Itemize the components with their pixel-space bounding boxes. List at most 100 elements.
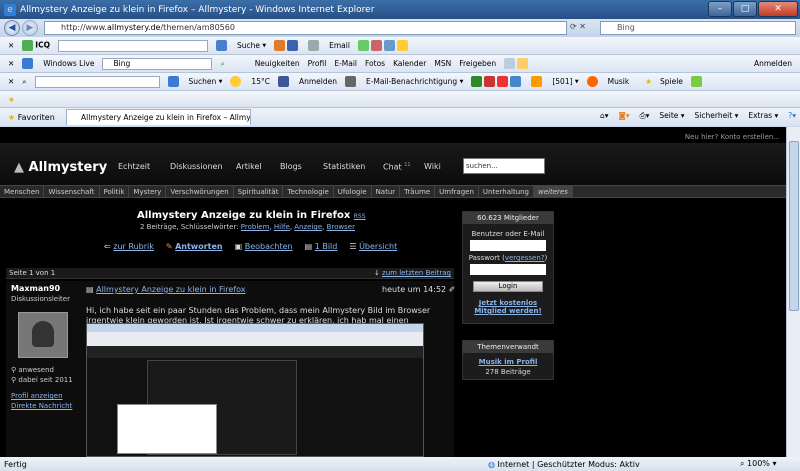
email-notify-button[interactable]: E-Mail-Benachrichtigung ▾ [344,76,463,87]
close-toolbar-icon[interactable]: ✕ [8,77,14,86]
nav-statistiken[interactable]: Statistiken [323,162,365,171]
cat-2[interactable]: Politik [100,186,130,197]
live-item-4[interactable]: Kalender [393,59,426,68]
nav-echtzeit[interactable]: Echtzeit [118,162,150,171]
live-item-0[interactable]: Neuigkeiten [255,59,300,68]
close-toolbar-icon[interactable]: ✕ [8,59,14,68]
weather-widget[interactable]: 15°C [230,76,270,87]
suchen-button[interactable]: Suchen ▾ [167,76,222,87]
seite-menu[interactable]: Seite ▾ [659,111,684,121]
favorites-button[interactable]: ★ Favoriten [8,113,55,122]
nav-diskussionen[interactable]: Diskussionen [170,162,223,171]
forward-button[interactable]: ▶ [22,20,38,36]
username-input[interactable] [470,240,546,251]
maximize-button[interactable]: □ [733,1,757,17]
live-item-2[interactable]: E-Mail [334,59,357,68]
zone-indicator[interactable]: ◍ Internet | Geschützter Modus: Aktiv [488,460,640,469]
toolbar2-icons[interactable] [504,58,530,69]
cat-6[interactable]: Technologie [283,186,334,197]
spiele-button[interactable]: ★ Spiele [637,77,683,86]
bing-search-input[interactable]: Bing [102,57,213,70]
nav-artikel[interactable]: Artikel [236,162,262,171]
uebersicht-action[interactable]: ☰ Übersicht [349,242,397,251]
address-bar[interactable]: http://www.allmystery.de/themen/am80560 [44,21,567,35]
cat-3[interactable]: Mystery [129,186,167,197]
toolbar3-icons[interactable] [471,76,523,87]
toolbar3-end-icon[interactable] [690,76,704,87]
toolbar3-search-input[interactable] [34,75,160,88]
scrollbar-thumb[interactable] [789,141,799,311]
live-item-3[interactable]: Fotos [365,59,385,68]
post-title-link[interactable]: Allmystery Anzeige zu klein in Firefox [96,285,245,294]
add-favorite-icon[interactable]: ★ [8,95,15,104]
close-button[interactable]: ✕ [758,1,798,17]
nav-wiki[interactable]: Wiki [424,162,441,171]
bing-go-icon[interactable]: ⌕ [220,59,224,69]
post-author[interactable]: Maxman90 [11,284,60,293]
direct-message-link[interactable]: Direkte Nachricht [11,402,72,410]
nav-blogs[interactable]: Blogs [280,162,302,171]
suche-button[interactable]: Suche ▾ [215,40,266,51]
back-button[interactable]: ◀ [4,20,20,36]
cat-9[interactable]: Träume [400,186,436,197]
extras-menu[interactable]: Extras ▾ [748,111,778,121]
keyword-2[interactable]: Anzeige [294,223,322,231]
musik-button[interactable]: Musik [586,76,629,87]
live-item-5[interactable]: MSN [434,59,451,68]
count-button[interactable]: [501] ▾ [531,76,579,87]
minimize-button[interactable]: – [708,1,732,17]
password-input[interactable] [470,264,546,275]
post-screenshot-image[interactable] [86,323,424,457]
rss-link[interactable]: RSS [354,213,366,220]
cat-5[interactable]: Spiritualität [234,186,284,197]
live-item-1[interactable]: Profil [308,59,327,68]
cat-4[interactable]: Verschwörungen [166,186,234,197]
home-icon[interactable]: ⌂▾ [600,111,609,121]
toolbar1-more-icons[interactable] [357,40,410,51]
feeds-icon[interactable]: ◙▾ [619,111,630,121]
keyword-1[interactable]: Hilfe [274,223,290,231]
facebook-anmelden[interactable]: Anmelden [277,76,337,87]
keyword-0[interactable]: Problem [241,223,270,231]
nav-chat[interactable]: Chat 11 [383,162,411,172]
email-button[interactable]: Email [308,40,350,51]
refresh-stop-icons[interactable]: ⟳ ✕ [570,22,586,31]
toolbar1-icons[interactable] [274,40,300,51]
icq-button[interactable]: ICQ [22,40,50,51]
cat-10[interactable]: Umfragen [435,186,479,197]
live-anmelden[interactable]: Anmelden [754,59,792,68]
login-button[interactable]: Login [473,281,543,292]
live-item-6[interactable]: Freigeben [459,59,496,68]
site-logo[interactable]: ▲ Allmystery [14,160,107,175]
sicherheit-menu[interactable]: Sicherheit ▾ [695,111,739,121]
help-icon[interactable]: ?▾ [788,111,796,121]
signup-top-link[interactable]: Neu hier? Konto erstellen... [685,133,780,141]
close-toolbar-icon[interactable]: ✕ [8,41,14,50]
related-link[interactable]: Musik im Profil [463,358,553,366]
avatar[interactable] [18,312,68,358]
keyword-3[interactable]: Browser [327,223,355,231]
beobachten-action[interactable]: ▣ Beobachten [235,242,293,251]
print-icon[interactable]: ⎙▾ [640,111,650,121]
profile-link[interactable]: Profil anzeigen [11,392,63,400]
zoom-control[interactable]: ⌕ 100% ▾ [740,459,776,469]
cat-0[interactable]: Menschen [0,186,45,197]
icq-search-input[interactable] [57,39,208,52]
signup-link[interactable]: Jetzt kostenlos Mitglied werden! [463,299,553,315]
browser-tab[interactable]: Allmystery Anzeige zu klein in Firefox –… [66,109,251,125]
cat-1[interactable]: Wissenschaft [44,186,100,197]
search-box[interactable]: Bing [600,21,796,35]
cat-11[interactable]: Unterhaltung [479,186,535,197]
antworten-action[interactable]: ✎ Antworten [166,242,223,251]
cat-8[interactable]: Natur [372,186,401,197]
cat-7[interactable]: Ufologie [334,186,372,197]
last-post-action[interactable]: ↓ zum letzten Beitrag [374,269,451,277]
cat-12[interactable]: weiteres [534,186,573,197]
windows-live-button[interactable]: Windows Live [22,58,94,69]
forgot-link[interactable]: vergessen? [505,254,545,262]
zur-rubrik-action[interactable]: ⇐ zur Rubrik [104,242,154,251]
site-search-input[interactable]: suchen... [463,158,545,174]
bild-action[interactable]: ▤ 1 Bild [305,242,338,251]
vertical-scrollbar[interactable] [786,127,800,457]
edit-icon[interactable]: ✐ [449,285,456,294]
